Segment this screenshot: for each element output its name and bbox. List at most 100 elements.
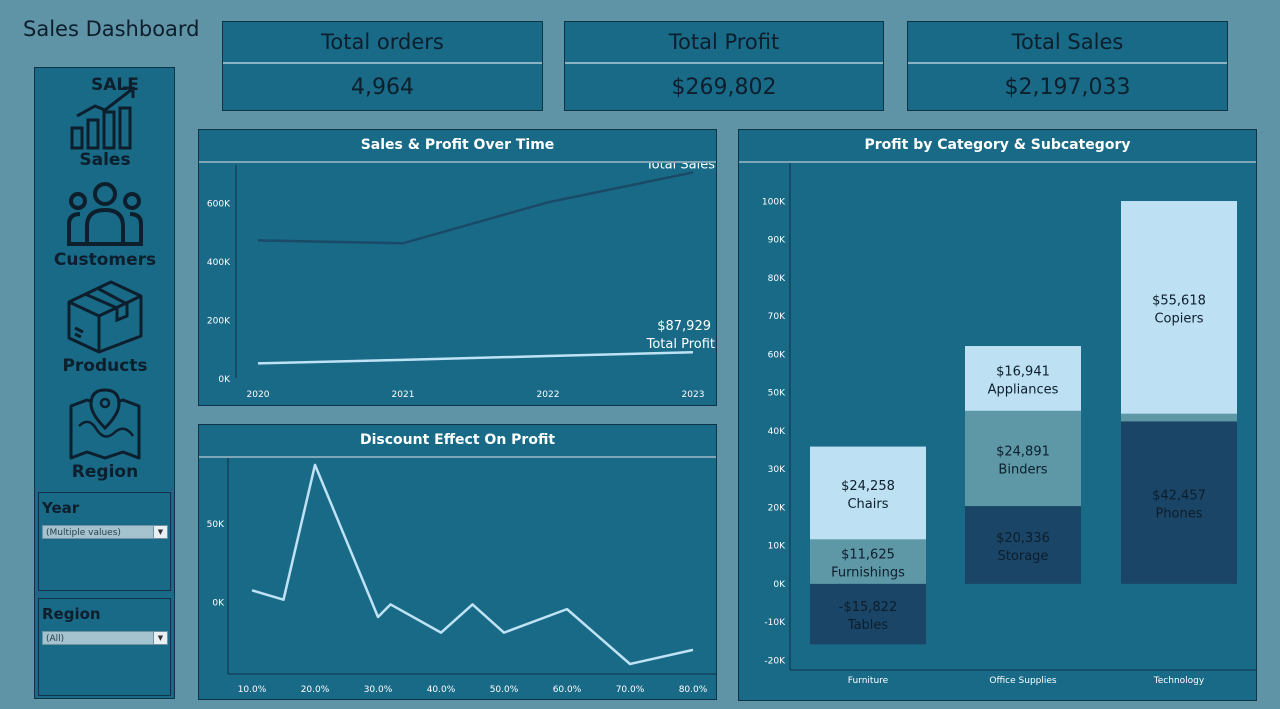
x-tick-label: 2020 bbox=[247, 390, 270, 400]
sales-series-line bbox=[257, 171, 694, 245]
profit-stacked-bar-chart: -20K -10K 0K 10K 20K 30K 40K 50K 60K 70K 80K 90K 100… bbox=[762, 163, 1256, 686]
x-tick-label: 2021 bbox=[392, 390, 415, 400]
sidebar-item-sales[interactable]: SALE Sales bbox=[35, 68, 175, 174]
y-tick-label: 100K bbox=[762, 197, 786, 207]
bar-value-label: -$15,822 bbox=[839, 600, 897, 615]
customers-icon bbox=[67, 182, 143, 246]
kpi-value: 4,964 bbox=[351, 75, 414, 100]
x-tick-label: 2023 bbox=[682, 390, 705, 400]
x-tick-label: 80.0% bbox=[679, 685, 708, 695]
y-tick-label: 20K bbox=[768, 503, 786, 513]
x-tick-label: 30.0% bbox=[364, 685, 393, 695]
kpi-value: $2,197,033 bbox=[1004, 75, 1131, 100]
kpi-label: Total orders bbox=[321, 30, 444, 54]
profit-series-line bbox=[251, 463, 694, 666]
sales-profit-over-time-panel: Sales & Profit Over Time 0K 200K 400K 600K 2… bbox=[198, 129, 717, 406]
sidebar-item-label: Products bbox=[62, 356, 148, 376]
year-dropdown-value: (Multiple values) bbox=[46, 528, 121, 538]
y-tick-label: 0K bbox=[212, 598, 225, 608]
y-tick-label: 60K bbox=[768, 350, 786, 360]
kpi-card-total-orders: Total orders 4,964 bbox=[222, 21, 543, 111]
y-tick-label: 0K bbox=[773, 580, 786, 590]
region-filter-label: Region bbox=[42, 605, 101, 623]
y-tick-label: 600K bbox=[207, 199, 231, 209]
chevron-down-icon[interactable]: ▼ bbox=[153, 632, 167, 644]
region-dropdown[interactable]: (All) ▼ bbox=[42, 631, 168, 645]
x-tick-label: 60.0% bbox=[553, 685, 582, 695]
bar-subcategory-label: Phones bbox=[1155, 507, 1202, 522]
y-tick-label: 30K bbox=[768, 465, 786, 475]
x-tick-label: 50.0% bbox=[490, 685, 519, 695]
bar-value-label: $24,891 bbox=[996, 444, 1050, 459]
year-filter: Year (Multiple values) ▼ bbox=[38, 492, 171, 591]
x-tick-label: 40.0% bbox=[427, 685, 456, 695]
kpi-label: Total Profit bbox=[668, 30, 780, 54]
year-filter-label: Year bbox=[42, 499, 80, 517]
x-tick-label: Furniture bbox=[848, 676, 889, 686]
sidebar-item-label: Customers bbox=[53, 250, 157, 270]
sales-chart-icon: SALE bbox=[70, 75, 139, 150]
chart-title: Discount Effect On Profit bbox=[359, 432, 556, 448]
y-tick-label: 50K bbox=[768, 389, 786, 399]
sidebar-item-region[interactable]: Region bbox=[35, 386, 175, 486]
y-tick-label: 80K bbox=[768, 274, 786, 284]
y-tick-label: 90K bbox=[768, 236, 786, 246]
bar-subcategory-label: Appliances bbox=[988, 382, 1059, 397]
page-title: Sales Dashboard bbox=[23, 17, 200, 41]
y-tick-label: 50K bbox=[207, 520, 225, 530]
divider bbox=[223, 62, 542, 64]
x-tick-label: 20.0% bbox=[301, 685, 330, 695]
bar-segment bbox=[1121, 413, 1237, 422]
x-tick-label: Office Supplies bbox=[989, 676, 1057, 686]
region-map-icon bbox=[69, 388, 141, 460]
region-filter: Region (All) ▼ bbox=[38, 598, 171, 696]
kpi-value: $269,802 bbox=[671, 75, 777, 100]
divider bbox=[565, 62, 883, 64]
kpi-label: Total Sales bbox=[1011, 30, 1124, 54]
bar-subcategory-label: Copiers bbox=[1154, 311, 1203, 326]
bar-value-label: $55,618 bbox=[1152, 293, 1206, 308]
product-box-icon bbox=[67, 280, 143, 354]
y-tick-label: -10K bbox=[764, 618, 786, 628]
profit-by-category-panel: Profit by Category & Subcategory -20K -10… bbox=[738, 129, 1257, 701]
sidebar-item-label: Region bbox=[71, 462, 139, 482]
sidebar-item-customers[interactable]: Customers bbox=[35, 176, 175, 272]
kpi-card-total-sales: Total Sales $2,197,033 bbox=[907, 21, 1228, 111]
sidebar-item-label: Sales bbox=[79, 150, 131, 170]
y-tick-label: -20K bbox=[764, 656, 786, 666]
y-tick-label: 70K bbox=[768, 312, 786, 322]
discount-effect-panel: Discount Effect On Profit 0K 50K 10.0% 20.0… bbox=[198, 424, 717, 700]
bar-value-label: $16,941 bbox=[996, 364, 1050, 379]
series-end-value-label: $87,929 bbox=[657, 319, 711, 334]
chart-title: Sales & Profit Over Time bbox=[360, 137, 555, 153]
bar-value-label: $42,457 bbox=[1152, 489, 1206, 504]
x-tick-label: Technology bbox=[1153, 676, 1205, 686]
bar-value-label: $11,625 bbox=[841, 548, 895, 563]
y-tick-label: 0K bbox=[218, 375, 231, 385]
y-tick-label: 200K bbox=[207, 316, 231, 326]
x-tick-label: 2022 bbox=[537, 390, 560, 400]
bar-value-label: $24,258 bbox=[841, 479, 895, 494]
bar-subcategory-label: Chairs bbox=[847, 497, 888, 512]
region-dropdown-value: (All) bbox=[46, 634, 65, 644]
x-tick-label: 10.0% bbox=[238, 685, 267, 695]
sidebar-item-products[interactable]: Products bbox=[35, 274, 175, 378]
bar-subcategory-label: Tables bbox=[847, 618, 889, 633]
year-dropdown[interactable]: (Multiple values) ▼ bbox=[42, 525, 168, 539]
kpi-card-total-profit: Total Profit $269,802 bbox=[564, 21, 884, 111]
y-tick-label: 400K bbox=[207, 258, 231, 268]
series-name-label: Total Sales bbox=[645, 163, 715, 172]
divider bbox=[908, 62, 1227, 64]
x-tick-label: 70.0% bbox=[616, 685, 645, 695]
profit-series-line bbox=[257, 350, 694, 365]
bar-subcategory-label: Storage bbox=[998, 549, 1049, 564]
discount-line-chart: 0K 50K 10.0% 20.0% 30.0% 40.0% 50.0% 60.0% 70.0%… bbox=[207, 458, 716, 695]
bar-subcategory-label: Binders bbox=[998, 462, 1047, 477]
chevron-down-icon[interactable]: ▼ bbox=[153, 526, 167, 538]
y-tick-label: 40K bbox=[768, 427, 786, 437]
sales-profit-line-chart: 0K200K400K600K2020202120222023$701,886To… bbox=[207, 163, 715, 400]
series-name-label: Total Profit bbox=[646, 337, 715, 352]
chart-title: Profit by Category & Subcategory bbox=[864, 137, 1131, 153]
y-tick-label: 10K bbox=[768, 542, 786, 552]
bar-subcategory-label: Furnishings bbox=[831, 566, 905, 581]
